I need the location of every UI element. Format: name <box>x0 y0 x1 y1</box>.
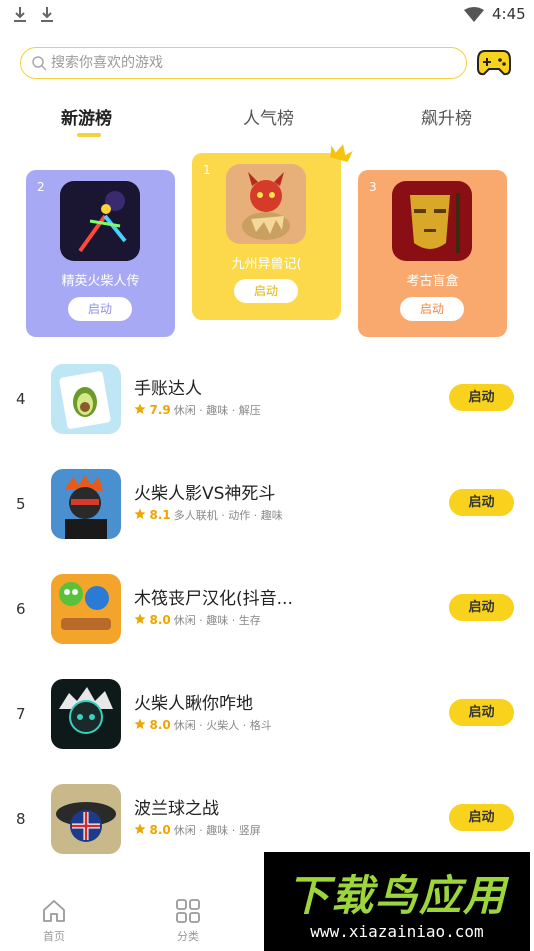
download-icon <box>41 7 53 22</box>
game-tags: 多人联机 · 动作 · 趣味 <box>173 509 283 522</box>
rank-number: 6 <box>16 600 26 618</box>
game-icon-journal[interactable] <box>51 364 121 434</box>
rating-score: 8.1 <box>149 508 171 522</box>
game-tags: 休闲 · 趣味 · 竖屏 <box>173 824 261 837</box>
list-item[interactable]: 8 波兰球之战 8.0 休闲 · 趣味 · 竖屏 启动 <box>0 784 534 856</box>
game-meta: 7.9 休闲 · 趣味 · 解压 <box>134 402 261 418</box>
game-title[interactable]: 波兰球之战 <box>134 794 219 819</box>
game-name: 九州异兽记( <box>231 257 302 272</box>
game-icon-archaeology-box[interactable] <box>392 181 472 261</box>
game-name: 考古盲盒 <box>406 274 459 289</box>
game-title[interactable]: 火柴人影VS神死斗 <box>134 479 275 504</box>
game-tags: 休闲 · 火柴人 · 格斗 <box>173 719 272 732</box>
launch-button[interactable]: 启动 <box>68 297 132 321</box>
rank-number: 4 <box>16 390 26 408</box>
game-tags: 休闲 · 趣味 · 解压 <box>173 404 261 417</box>
tab-popular[interactable]: 人气榜 <box>243 104 294 129</box>
game-icon-stickman-fight[interactable] <box>51 679 121 749</box>
download-icon <box>14 7 26 22</box>
launch-button[interactable]: 启动 <box>449 594 514 621</box>
game-meta: 8.0 休闲 · 趣味 · 竖屏 <box>134 822 261 838</box>
tab-new-games[interactable]: 新游榜 <box>61 104 112 129</box>
launch-button[interactable]: 启动 <box>449 489 514 516</box>
star-icon <box>134 718 146 729</box>
star-icon <box>134 508 146 519</box>
podium-card-rank-3[interactable]: 3 考古盲盒 启动 <box>358 170 507 337</box>
search-input[interactable] <box>51 48 451 77</box>
game-title[interactable]: 木筏丧尸汉化(抖音... <box>134 584 293 609</box>
star-icon <box>134 403 146 414</box>
game-title[interactable]: 火柴人瞅你咋地 <box>134 689 253 714</box>
game-meta: 8.0 休闲 · 火柴人 · 格斗 <box>134 717 272 733</box>
game-tags: 休闲 · 趣味 · 生存 <box>173 614 261 627</box>
game-name: 精英火柴人传 <box>61 274 140 289</box>
status-bar: 4:45 <box>0 0 534 30</box>
podium-card-rank-1[interactable]: 1 九州异兽记( 启动 <box>192 153 341 320</box>
watermark: 下载鸟应用 www.xiazainiao.com <box>264 852 530 951</box>
star-icon <box>134 613 146 624</box>
list-item[interactable]: 7 火柴人瞅你咋地 8.0 休闲 · 火柴人 · 格斗 启动 <box>0 679 534 751</box>
nav-label: 首页 <box>43 930 65 943</box>
watermark-logo-text: 下载鸟应用 <box>286 871 507 920</box>
game-icon-stickman-elite[interactable] <box>60 181 140 261</box>
game-meta: 8.1 多人联机 · 动作 · 趣味 <box>134 507 283 523</box>
rank-number: 5 <box>16 495 26 513</box>
rank-number: 8 <box>16 810 26 828</box>
game-icon-polandball[interactable] <box>51 784 121 854</box>
rating-score: 8.0 <box>149 718 171 732</box>
watermark-url: www.xiazainiao.com <box>310 922 484 941</box>
nav-label: 分类 <box>177 930 199 943</box>
star-icon <box>134 823 146 834</box>
game-title[interactable]: 手账达人 <box>134 374 202 399</box>
grid-icon <box>176 899 200 923</box>
podium-card-rank-2[interactable]: 2 精英火柴人传 启动 <box>26 170 175 337</box>
gamepad-icon[interactable] <box>477 48 511 76</box>
launch-button[interactable]: 启动 <box>400 297 464 321</box>
tab-rising[interactable]: 飙升榜 <box>421 104 472 129</box>
crown-icon <box>330 144 353 163</box>
launch-button[interactable]: 启动 <box>449 384 514 411</box>
wifi-icon <box>464 7 484 22</box>
rank-number: 7 <box>16 705 26 723</box>
tab-active-indicator <box>77 133 101 137</box>
game-icon-jiuzhou-beasts[interactable] <box>226 164 306 244</box>
list-item[interactable]: 5 火柴人影VS神死斗 8.1 多人联机 · 动作 · 趣味 启动 <box>0 469 534 541</box>
list-item[interactable]: 6 木筏丧尸汉化(抖音... 8.0 休闲 · 趣味 · 生存 启动 <box>0 574 534 646</box>
game-icon-raft-zombie[interactable] <box>51 574 121 644</box>
home-icon <box>43 900 65 922</box>
rating-score: 8.0 <box>149 823 171 837</box>
list-item[interactable]: 4 手账达人 7.9 休闲 · 趣味 · 解压 启动 <box>0 364 534 436</box>
rating-score: 8.0 <box>149 613 171 627</box>
game-icon-stickman-shadow[interactable] <box>51 469 121 539</box>
nav-home[interactable]: 首页 <box>14 888 94 948</box>
game-meta: 8.0 休闲 · 趣味 · 生存 <box>134 612 261 628</box>
rank-number: 2 <box>37 180 45 194</box>
rank-number: 3 <box>369 180 377 194</box>
rank-number: 1 <box>203 163 211 177</box>
nav-category[interactable]: 分类 <box>148 888 228 948</box>
rating-score: 7.9 <box>149 403 171 417</box>
launch-button[interactable]: 启动 <box>449 804 514 831</box>
launch-button[interactable]: 启动 <box>234 279 298 303</box>
launch-button[interactable]: 启动 <box>449 699 514 726</box>
status-time: 4:45 <box>492 5 526 23</box>
search-bar[interactable] <box>20 47 467 79</box>
search-icon <box>32 56 47 71</box>
